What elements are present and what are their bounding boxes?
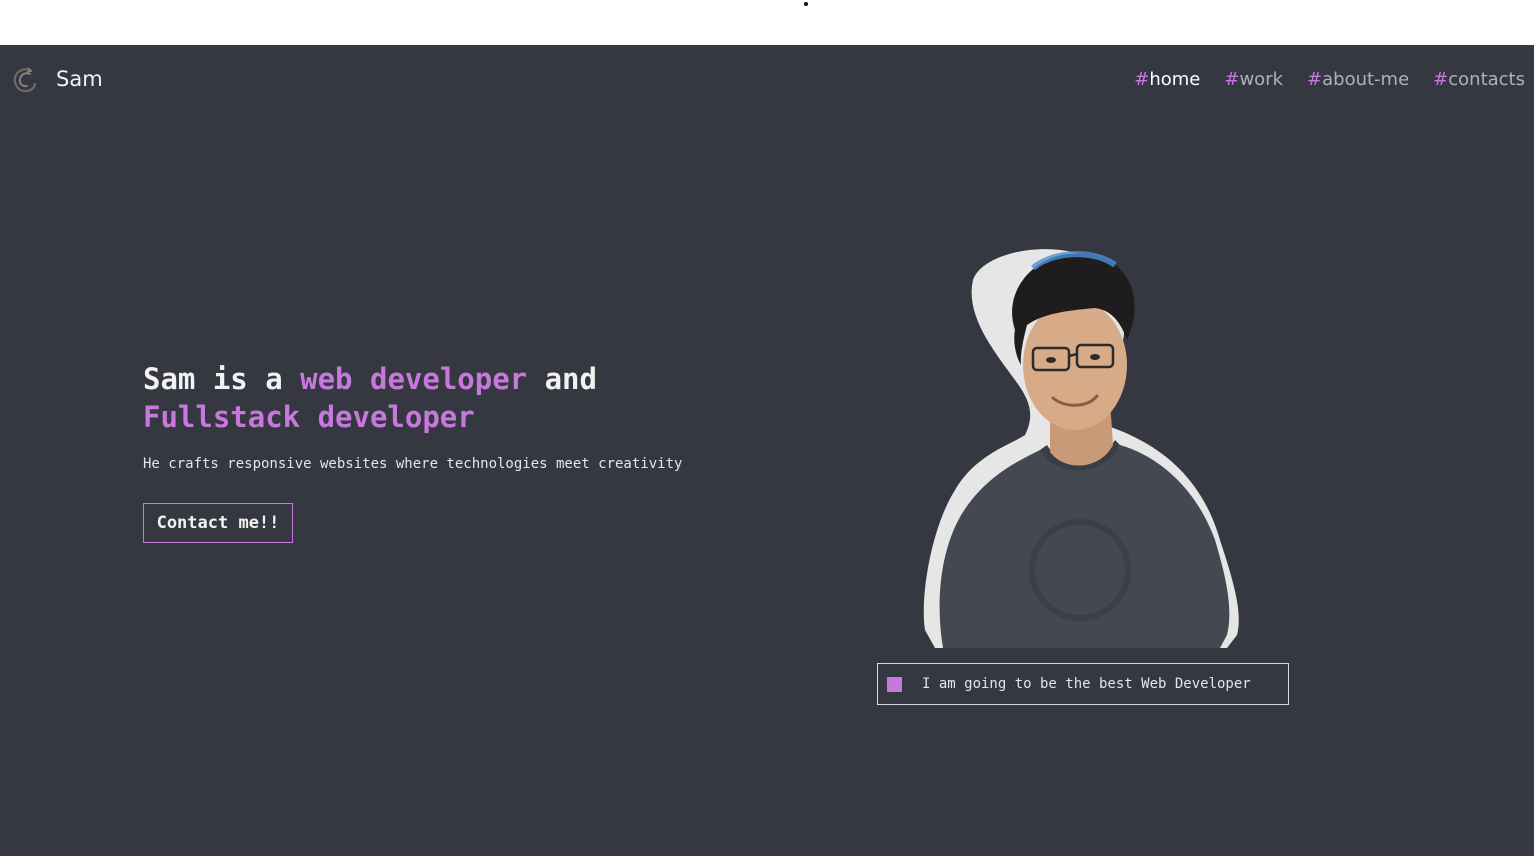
logo-icon[interactable]	[10, 65, 40, 95]
square-icon	[887, 676, 902, 692]
hero-title-accent2: Fullstack developer	[143, 400, 475, 434]
nav-label: work	[1239, 69, 1284, 90]
nav-item-contacts[interactable]: # contacts	[1433, 69, 1525, 90]
nav-label: about-me	[1322, 69, 1410, 90]
nav-label: contacts	[1448, 69, 1525, 90]
nav-hash: #	[1134, 69, 1150, 90]
hero-title: Sam is a web developer and Fullstack deve…	[143, 360, 743, 436]
hero-title-accent1: web developer	[300, 362, 528, 396]
nav-hash: #	[1224, 69, 1240, 90]
browser-top-strip	[0, 0, 1534, 45]
profile-photo	[923, 249, 1239, 648]
nav-hash: #	[1433, 69, 1449, 90]
hero-title-part2: and	[527, 362, 597, 396]
portfolio-page: Sam # home # work # about-me # contacts …	[0, 45, 1534, 856]
logo-name[interactable]: Sam	[56, 67, 103, 91]
contact-button[interactable]: Contact me!!	[143, 503, 293, 543]
nav-label: home	[1149, 69, 1201, 90]
nav-hash: #	[1307, 69, 1323, 90]
top-dot	[804, 2, 808, 6]
nav-item-home[interactable]: # home	[1134, 69, 1200, 90]
hero-subtitle: He crafts responsive websites where tech…	[143, 456, 683, 472]
status-text: I am going to be the best Web Developer	[922, 676, 1251, 692]
hero-title-part1: Sam is a	[143, 362, 301, 396]
main-nav: # home # work # about-me # contacts	[1134, 69, 1525, 90]
nav-item-work[interactable]: # work	[1224, 69, 1283, 90]
nav-item-about-me[interactable]: # about-me	[1307, 69, 1409, 90]
status-box: I am going to be the best Web Developer	[877, 663, 1289, 705]
